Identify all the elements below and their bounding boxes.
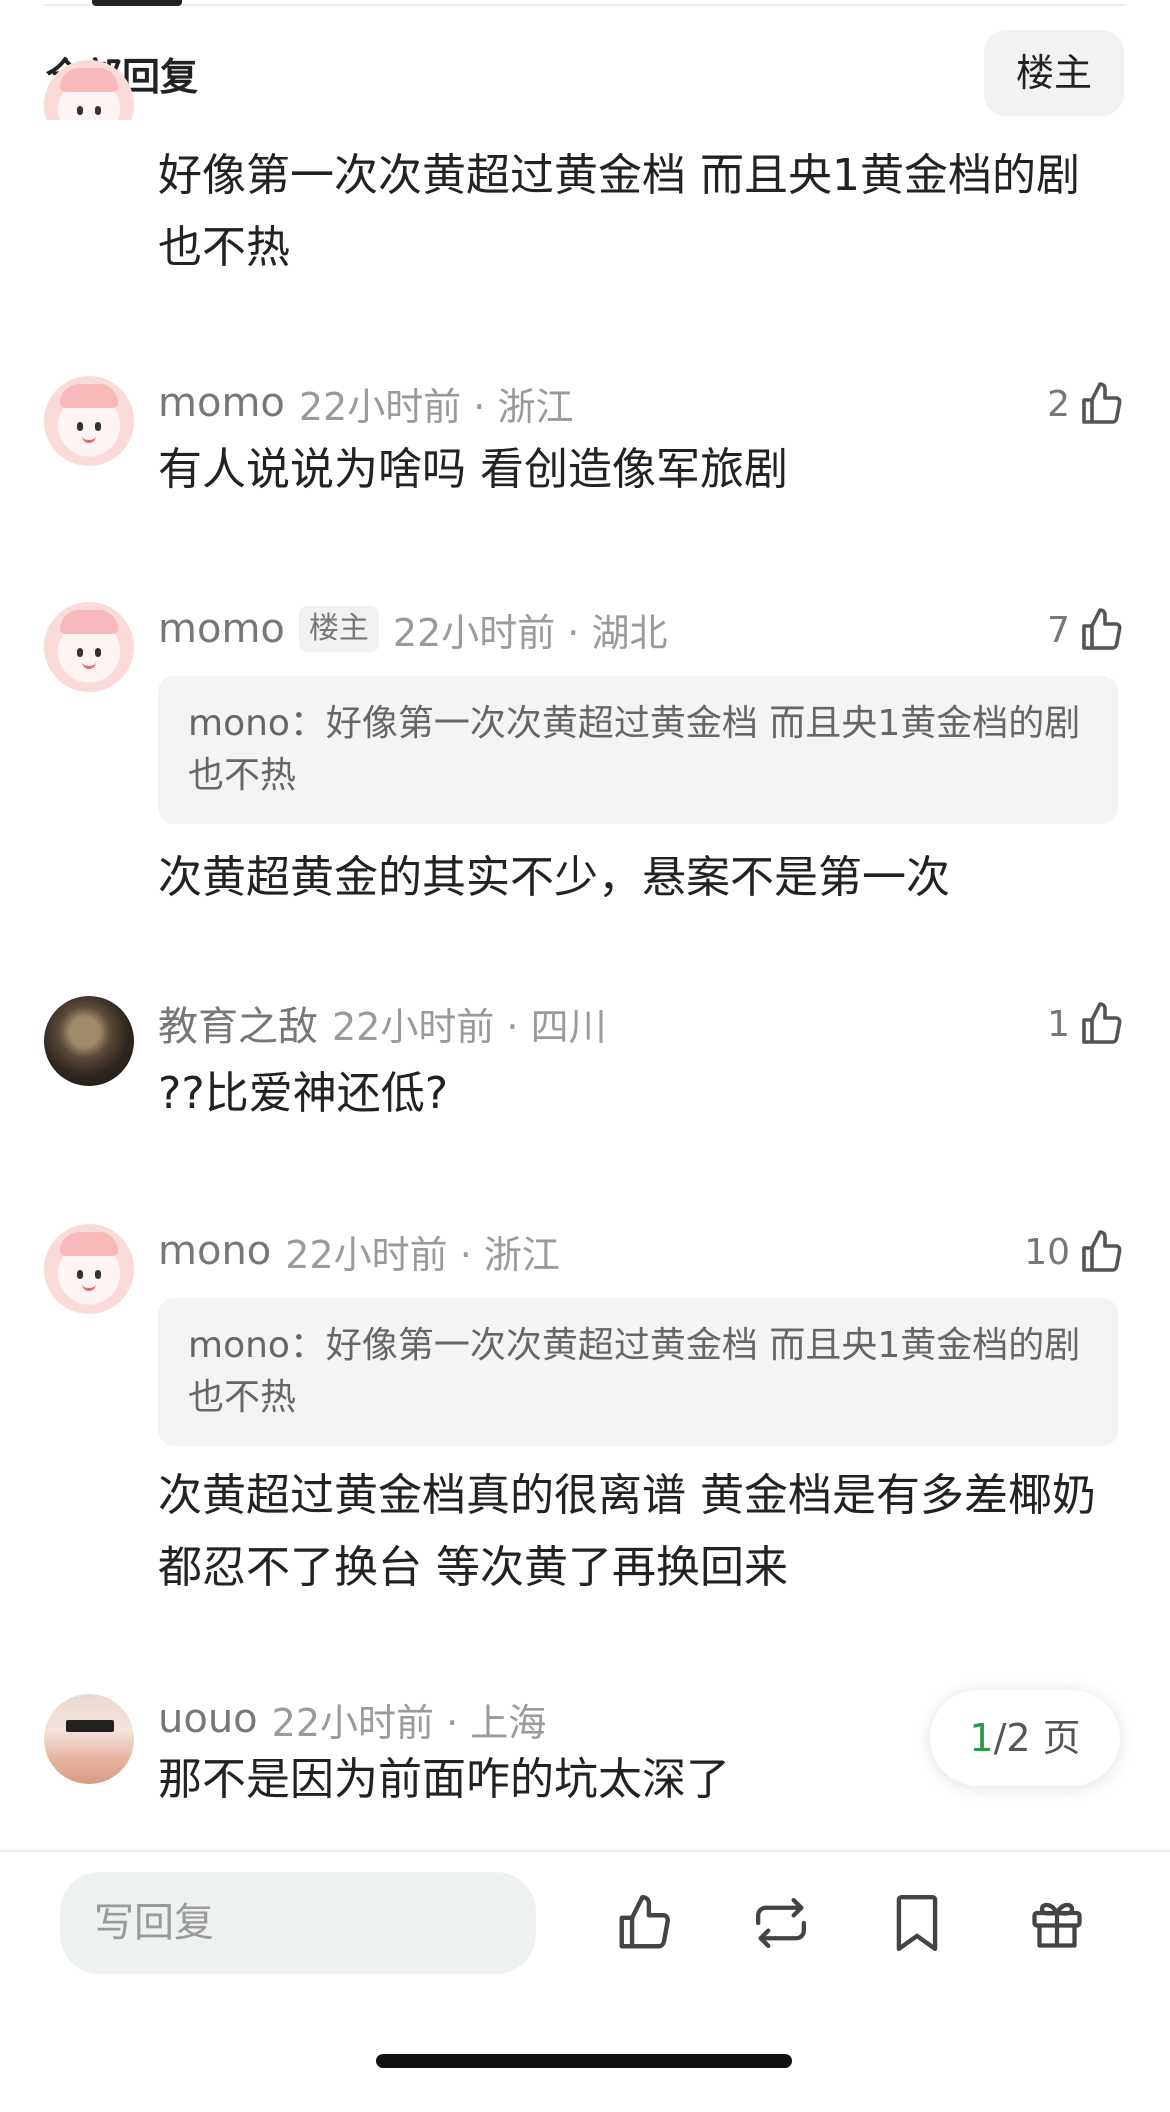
comment-text: 次黄超黄金的其实不少，悬案不是第一次 xyxy=(158,852,950,903)
avatar[interactable] xyxy=(44,376,134,466)
time-location: 22小时前 · 上海 xyxy=(271,1700,547,1745)
like-count: 2 xyxy=(1047,383,1070,425)
username[interactable]: momo xyxy=(158,606,285,652)
like-count: 7 xyxy=(1047,609,1070,651)
time-location: 22小时前 · 四川 xyxy=(332,1004,607,1049)
op-badge: 楼主 xyxy=(298,606,379,652)
quoted-reply[interactable]: mono：好像第一次次黄超过黄金档 而且央1黄金档的剧也不热 xyxy=(158,1298,1118,1446)
page-indicator-button[interactable]: 1/2 页 xyxy=(930,1690,1120,1786)
thumbs-up-icon xyxy=(619,1894,671,1949)
top-divider xyxy=(44,4,1126,6)
thumbs-up-icon xyxy=(1082,1230,1122,1272)
home-indicator xyxy=(376,2054,792,2068)
username[interactable]: 教育之敌 xyxy=(158,994,318,1052)
bottom-bar-divider xyxy=(0,1850,1170,1852)
username[interactable]: momo xyxy=(158,380,285,426)
thumbs-up-icon xyxy=(1082,1002,1122,1044)
repost-button[interactable] xyxy=(748,1890,814,1956)
avatar[interactable] xyxy=(44,996,134,1086)
thumbs-up-icon xyxy=(1082,608,1122,650)
avatar-clip xyxy=(44,60,134,120)
avatar[interactable] xyxy=(44,1224,134,1314)
like-button[interactable]: 2 xyxy=(1047,376,1126,432)
bookmark-icon xyxy=(896,1894,938,1952)
gift-icon xyxy=(1032,1902,1082,1948)
repost-icon xyxy=(755,1897,807,1949)
comment-meta: 教育之敌 22小时前 · 四川 xyxy=(158,998,607,1050)
like-post-button[interactable] xyxy=(612,1890,678,1956)
current-page: 1 xyxy=(969,1716,994,1760)
comment-meta: momo 22小时前 · 浙江 xyxy=(158,378,574,429)
time-location: 22小时前 · 浙江 xyxy=(298,384,574,429)
thumbs-up-icon xyxy=(1082,382,1122,424)
tab-indicator xyxy=(92,0,182,6)
quoted-reply[interactable]: mono：好像第一次次黄超过黄金档 而且央1黄金档的剧也不热 xyxy=(158,676,1118,824)
avatar[interactable] xyxy=(44,602,134,692)
time-location: 22小时前 · 浙江 xyxy=(285,1232,560,1277)
like-button[interactable]: 10 xyxy=(1024,1224,1126,1280)
comment-text: 有人说说为啥吗 看创造像军旅剧 xyxy=(158,444,788,495)
comment-page: 全部回复 楼主 好像第一次次黄超过黄金档 而且央1黄金档的剧也不热 momo 2… xyxy=(0,0,1170,2112)
bookmark-button[interactable] xyxy=(884,1890,950,1956)
page-total: /2 页 xyxy=(993,1716,1081,1760)
comment-meta: uouo 22小时前 · 上海 xyxy=(158,1694,547,1745)
comment-text: 次黄超过黄金档真的很离谱 黄金档是有多差椰奶都忍不了换台 等次黄了再换回来 xyxy=(158,1470,1096,1593)
comment-text: ??比爱神还低? xyxy=(158,1068,449,1119)
comment-meta: mono 22小时前 · 浙江 xyxy=(158,1226,560,1277)
replies-header: 全部回复 楼主 xyxy=(0,26,1170,116)
avatar[interactable] xyxy=(44,1694,134,1784)
reply-input[interactable]: 写回复 xyxy=(60,1872,536,1974)
like-button[interactable]: 7 xyxy=(1047,602,1126,658)
time-location: 22小时前 · 湖北 xyxy=(392,610,668,655)
username[interactable]: uouo xyxy=(158,1696,258,1742)
comment-text: 好像第一次次黄超过黄金档 而且央1黄金档的剧也不热 xyxy=(158,150,1080,273)
like-count: 1 xyxy=(1047,1003,1070,1045)
comment-meta: momo 楼主 22小时前 · 湖北 xyxy=(158,604,668,655)
username[interactable]: mono xyxy=(158,1228,271,1274)
op-only-filter-button[interactable]: 楼主 xyxy=(984,30,1124,116)
avatar[interactable] xyxy=(44,60,134,120)
like-count: 10 xyxy=(1024,1231,1070,1273)
gift-button[interactable] xyxy=(1024,1890,1090,1956)
like-button[interactable]: 1 xyxy=(1047,996,1126,1052)
